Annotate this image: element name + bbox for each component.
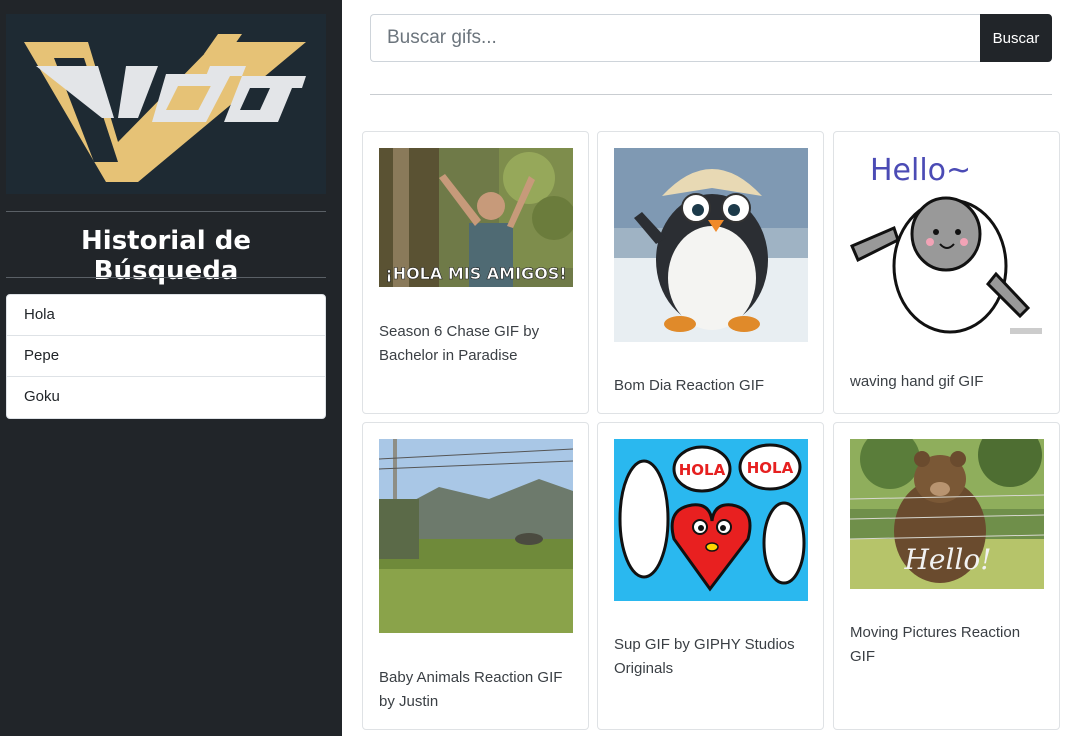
gif-card[interactable]: Hello! Moving Pictures Reaction GIF [833, 422, 1060, 730]
gif-caption: Season 6 Chase GIF by Bachelor in Paradi… [379, 323, 540, 364]
search-button[interactable]: Buscar [980, 14, 1052, 62]
gif-thumbnail[interactable]: Hello! [850, 439, 1044, 589]
sidebar-divider [6, 211, 326, 212]
gif-caption: Bom Dia Reaction GIF [614, 377, 765, 394]
gif-caption: Moving Pictures Reaction GIF [850, 624, 1021, 665]
gif-card[interactable]: ¡HOLA MIS AMIGOS! Season 6 Chase GIF by … [362, 131, 589, 414]
gif-overlay-text: ¡HOLA MIS AMIGOS! [385, 264, 566, 283]
gif-card[interactable]: Hello~ waving hand gif GIF [833, 131, 1060, 414]
gif-thumbnail[interactable] [379, 439, 573, 633]
gif-thumbnail[interactable]: ¡HOLA MIS AMIGOS! [379, 148, 573, 287]
gif-overlay-text: Hello~ [870, 153, 971, 188]
victor-logo-graphic [6, 14, 326, 194]
gif-image: HOLA HOLA [614, 439, 808, 601]
victor-logo [6, 14, 326, 194]
search-input[interactable] [370, 14, 980, 62]
gif-thumbnail[interactable]: HOLA HOLA [614, 439, 808, 601]
gif-thumbnail[interactable]: Hello~ [850, 148, 1044, 338]
gif-image: Hello~ [850, 148, 1044, 338]
search-history-list: Hola Pepe Goku [6, 294, 326, 419]
search-bar: Buscar [370, 14, 1052, 62]
gif-thumbnail[interactable] [614, 148, 808, 342]
gif-overlay-text: HOLA [679, 461, 726, 479]
history-item-hola[interactable]: Hola [7, 295, 325, 336]
gif-caption: waving hand gif GIF [850, 373, 984, 390]
history-item-goku[interactable]: Goku [7, 377, 325, 418]
gif-caption: Baby Animals Reaction GIF by Justin [379, 669, 563, 710]
gif-card[interactable]: Bom Dia Reaction GIF [597, 131, 824, 414]
sidebar-divider [6, 277, 326, 278]
gif-image [379, 439, 573, 633]
gif-image: Hello! [850, 439, 1044, 589]
history-item-pepe[interactable]: Pepe [7, 336, 325, 377]
gif-overlay-text: HOLA [747, 459, 794, 477]
gif-caption: Sup GIF by GIPHY Studios Originals [614, 636, 795, 677]
gif-image [614, 148, 808, 342]
gif-card[interactable]: HOLA HOLA Sup GIF by GIPHY Studios Origi… [597, 422, 824, 730]
gif-card[interactable]: Baby Animals Reaction GIF by Justin [362, 422, 589, 730]
gif-overlay-text: Hello! [903, 543, 991, 576]
content-divider [370, 94, 1052, 95]
sidebar: Historial de Búsqueda Hola Pepe Goku [0, 0, 342, 736]
gif-image: ¡HOLA MIS AMIGOS! [379, 148, 573, 287]
